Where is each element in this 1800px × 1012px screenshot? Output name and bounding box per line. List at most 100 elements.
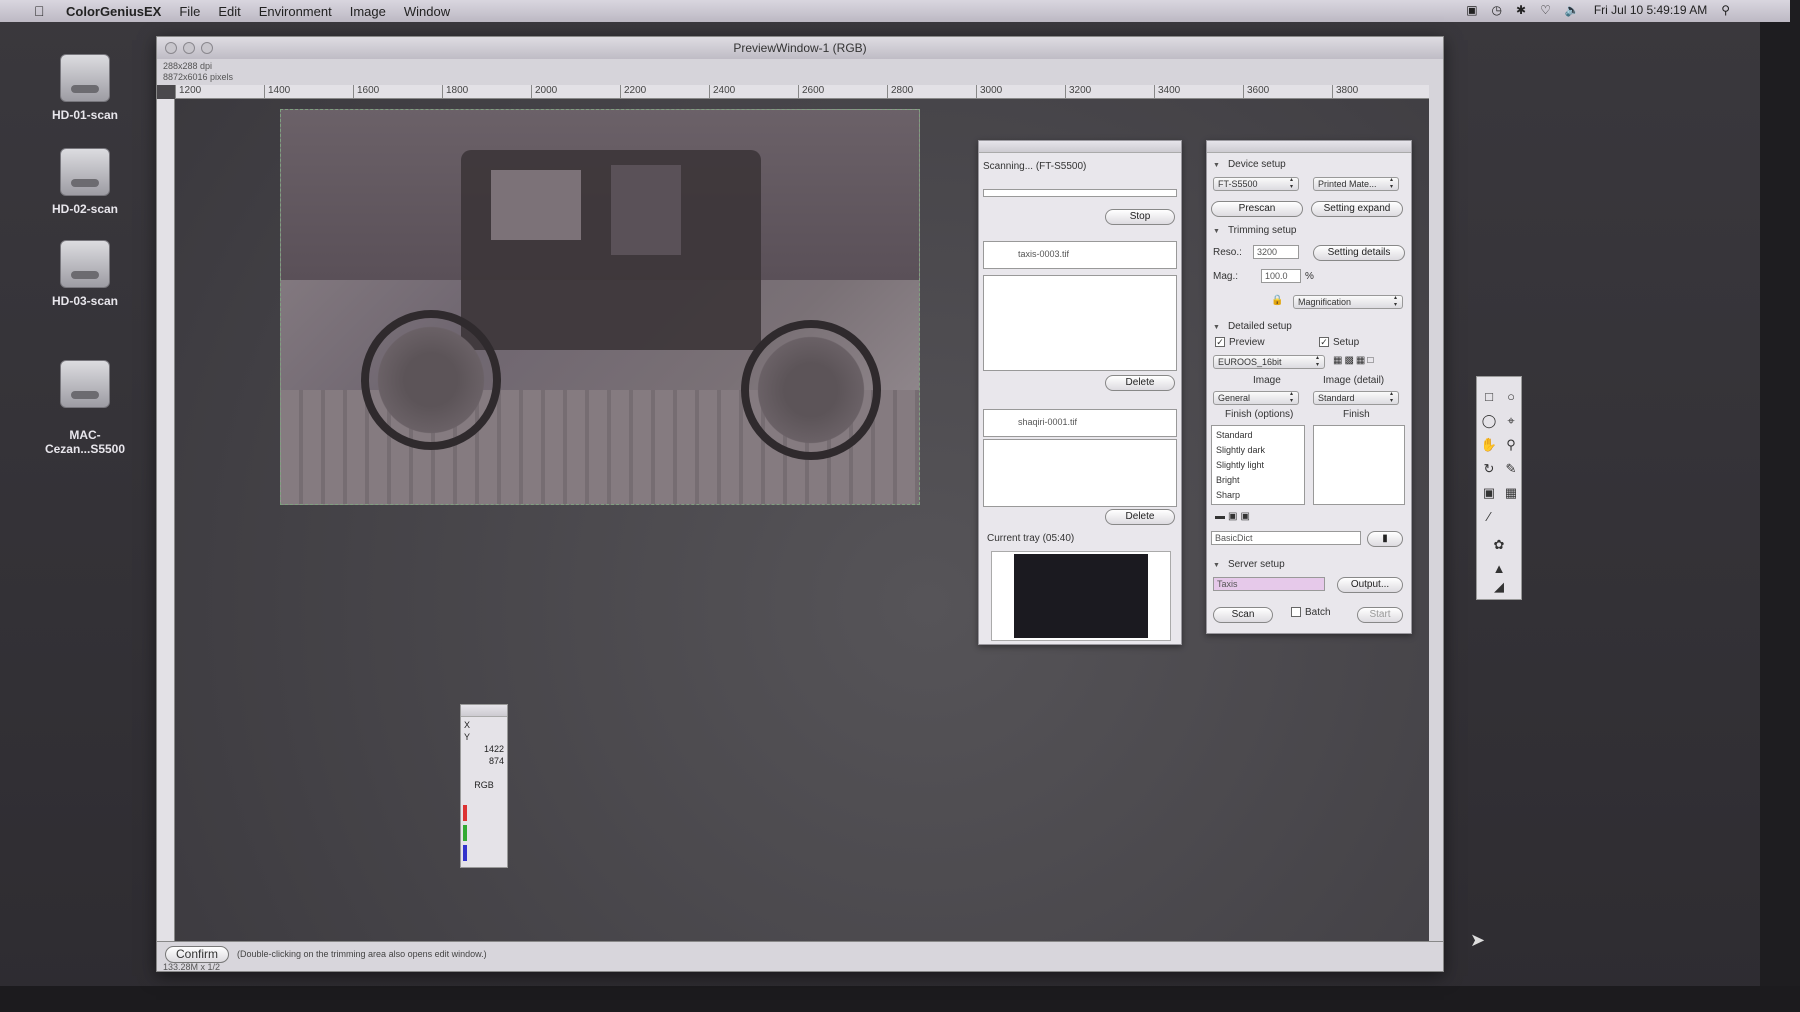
media-select[interactable]: Printed Mate... bbox=[1313, 177, 1399, 191]
ruler-tick: 1400 bbox=[264, 85, 353, 98]
output-button[interactable]: Output... bbox=[1337, 577, 1403, 593]
detailed-setup-header[interactable]: Detailed setup bbox=[1213, 321, 1292, 332]
eyedropper-tool-icon[interactable]: ✎ bbox=[1501, 459, 1521, 479]
setting-details-button[interactable]: Setting details bbox=[1313, 245, 1405, 261]
bluetooth-icon[interactable]: ✱ bbox=[1516, 3, 1526, 17]
trimming-area-photo[interactable] bbox=[280, 109, 920, 505]
volume-icon[interactable]: 🔈 bbox=[1565, 3, 1580, 17]
hand-tool-icon[interactable]: ✋ bbox=[1479, 435, 1499, 455]
zoom-button[interactable] bbox=[201, 42, 213, 54]
image-info-bar: 288x288 dpi 8872x6016 pixels bbox=[157, 59, 1443, 85]
trimming-setup-header[interactable]: Trimming setup bbox=[1213, 225, 1297, 236]
minimize-button[interactable] bbox=[183, 42, 195, 54]
rotate-tool-icon[interactable]: ↻ bbox=[1479, 459, 1499, 479]
device-setup-header[interactable]: Device setup bbox=[1213, 159, 1286, 170]
image-detail-label: Image (detail) bbox=[1323, 375, 1385, 386]
lasso-tool-icon[interactable]: ○ bbox=[1501, 387, 1521, 407]
confirm-button[interactable]: Confirm bbox=[165, 946, 230, 963]
menu-environment[interactable]: Environment bbox=[259, 4, 332, 19]
magnification-select[interactable]: Magnification bbox=[1293, 295, 1403, 309]
foreground-color-icon[interactable]: ▲ bbox=[1489, 559, 1509, 579]
background-color-icon[interactable]: ◢ bbox=[1489, 577, 1509, 597]
resolution-field[interactable]: 3200 bbox=[1253, 245, 1299, 259]
setting-expand-button[interactable]: Setting expand bbox=[1311, 201, 1403, 217]
curve-tool-icons[interactable]: ▬▣▣ bbox=[1215, 511, 1253, 522]
scan-button[interactable]: Scan bbox=[1213, 607, 1273, 623]
dictionary-icon-button[interactable]: ▮ bbox=[1367, 531, 1403, 547]
panel-titlebar[interactable] bbox=[979, 141, 1181, 153]
server-setup-header[interactable]: Server setup bbox=[1213, 559, 1285, 570]
monitor-bezel bbox=[1760, 0, 1800, 1012]
menu-edit[interactable]: Edit bbox=[218, 4, 240, 19]
queue-list-1[interactable] bbox=[983, 275, 1177, 371]
menu-clock[interactable]: Fri Jul 10 5:49:19 AM bbox=[1594, 3, 1707, 17]
list-item[interactable]: Standard bbox=[1216, 428, 1300, 443]
preview-checkbox[interactable]: ✓ Preview bbox=[1215, 337, 1265, 348]
y-label: Y bbox=[464, 732, 471, 742]
queue-item-1[interactable]: taxis-0003.tif bbox=[983, 241, 1177, 269]
start-button[interactable]: Start bbox=[1357, 607, 1403, 623]
time-machine-icon[interactable]: ◷ bbox=[1492, 3, 1502, 17]
scan-settings-panel: Device setup FT-S5500 Printed Mate... Pr… bbox=[1206, 140, 1412, 634]
delete-button-2[interactable]: Delete bbox=[1105, 509, 1175, 525]
ruler-tick: 1600 bbox=[353, 85, 442, 98]
delete-button-1[interactable]: Delete bbox=[1105, 375, 1175, 391]
info-palette: X Y 1422 874 RGB bbox=[460, 704, 508, 868]
ellipse-tool-icon[interactable]: ◯ bbox=[1479, 411, 1499, 431]
desktop-disk-hd-03[interactable]: HD-03-scan bbox=[30, 240, 140, 308]
vertical-scrollbar[interactable] bbox=[1429, 59, 1443, 941]
close-button[interactable] bbox=[165, 42, 177, 54]
zoom-tool-icon[interactable]: ⚲ bbox=[1501, 435, 1521, 455]
server-job-field[interactable]: Taxis bbox=[1213, 577, 1325, 591]
apple-menu-icon[interactable]:  bbox=[34, 3, 52, 19]
menu-image[interactable]: Image bbox=[350, 4, 386, 19]
tray-thumbnail[interactable] bbox=[1014, 554, 1148, 638]
hard-disk-icon bbox=[60, 240, 110, 288]
list-item[interactable]: Sharp bbox=[1216, 488, 1300, 503]
crop-tool-icon[interactable]: ⌖ bbox=[1501, 411, 1521, 431]
image-select[interactable]: General bbox=[1213, 391, 1299, 405]
panel-titlebar[interactable] bbox=[461, 705, 507, 717]
ruler-tick: 1200 bbox=[175, 85, 264, 98]
frame-tool-icon[interactable]: ▦ bbox=[1501, 483, 1521, 503]
wifi-icon[interactable]: ♡ bbox=[1540, 3, 1551, 17]
desktop-disk-mac-cezan[interactable]: MAC- Cezan...S5500 bbox=[30, 346, 140, 470]
line-tool-icon[interactable]: ∕ bbox=[1479, 507, 1499, 527]
magnification-field[interactable]: 100.0 bbox=[1261, 269, 1301, 283]
panel-titlebar[interactable] bbox=[1207, 141, 1411, 153]
color-picker-icon[interactable]: ✿ bbox=[1489, 535, 1509, 555]
prescan-button[interactable]: Prescan bbox=[1211, 201, 1303, 217]
stop-button[interactable]: Stop bbox=[1105, 209, 1175, 225]
text-tool-icon[interactable]: ▣ bbox=[1479, 483, 1499, 503]
queue-item-2[interactable]: shaqiri-0001.tif bbox=[983, 409, 1177, 437]
hard-disk-icon bbox=[60, 148, 110, 196]
batch-checkbox[interactable]: Batch bbox=[1291, 607, 1331, 618]
photo-car-window bbox=[491, 170, 581, 240]
device-select[interactable]: FT-S5500 bbox=[1213, 177, 1299, 191]
lock-icon[interactable]: 🔒 bbox=[1271, 295, 1283, 306]
view-mode-icons[interactable]: ▦▩▦□ bbox=[1333, 355, 1375, 366]
list-item[interactable]: Bright bbox=[1216, 473, 1300, 488]
desktop-disk-hd-01[interactable]: HD-01-scan bbox=[30, 54, 140, 122]
spotlight-icon[interactable]: ⚲ bbox=[1721, 3, 1730, 17]
current-tray-label: Current tray (05:40) bbox=[987, 533, 1075, 544]
list-item[interactable]: Slightly dark bbox=[1216, 443, 1300, 458]
window-titlebar[interactable]: PreviewWindow-1 (RGB) bbox=[157, 37, 1443, 59]
queue-list-2[interactable] bbox=[983, 439, 1177, 507]
list-item[interactable]: Slightly light bbox=[1216, 458, 1300, 473]
dictionary-field[interactable]: BasicDict bbox=[1211, 531, 1361, 545]
desktop-disk-hd-02[interactable]: HD-02-scan bbox=[30, 148, 140, 216]
image-detail-select[interactable]: Standard bbox=[1313, 391, 1399, 405]
finish-options-list[interactable]: Standard Slightly dark Slightly light Br… bbox=[1211, 425, 1305, 505]
setup-checkbox[interactable]: ✓ Setup bbox=[1319, 337, 1359, 348]
menu-file[interactable]: File bbox=[179, 4, 200, 19]
finish-label: Finish bbox=[1343, 409, 1370, 420]
profile-select[interactable]: EUROOS_16bit bbox=[1213, 355, 1325, 369]
app-menu[interactable]: ColorGeniusEX bbox=[66, 4, 161, 19]
display-icon[interactable]: ▣ bbox=[1466, 3, 1477, 17]
menu-window[interactable]: Window bbox=[404, 4, 450, 19]
photo-wheel bbox=[741, 320, 881, 460]
ruler-tick: 3000 bbox=[976, 85, 1065, 98]
marquee-tool-icon[interactable]: □ bbox=[1479, 387, 1499, 407]
finish-list[interactable] bbox=[1313, 425, 1405, 505]
